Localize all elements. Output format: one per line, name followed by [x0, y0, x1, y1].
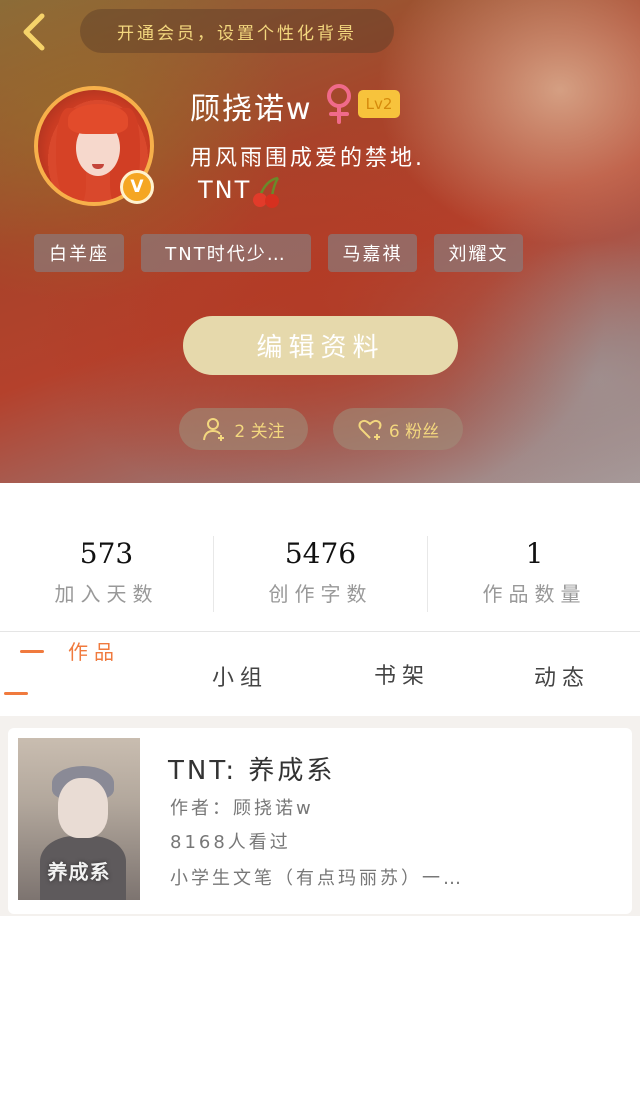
work-title: TNT: 养成系 [168, 756, 336, 786]
add-user-icon [203, 418, 225, 441]
level-badge: Lv2 [358, 90, 400, 118]
stat-value: 573 [79, 537, 134, 570]
stat-label: 创作字数 [268, 582, 373, 606]
work-summary: 小学生文笔（有点玛丽苏）一… [170, 868, 464, 889]
work-author: 作者：顾挠诺w [170, 798, 314, 819]
stat-value: 5476 [284, 537, 357, 570]
divider [0, 631, 640, 632]
edit-profile-button[interactable]: 编辑资料 [183, 316, 458, 375]
vip-background-banner[interactable]: 开通会员，设置个性化背景 [80, 9, 394, 53]
stat-words-written: 5476 创作字数 [214, 536, 427, 616]
tab-activity[interactable]: 动态 [534, 660, 590, 692]
tag-ma-jiaqi[interactable]: 马嘉祺 [328, 234, 417, 272]
tab-bookshelf[interactable]: 书架 [374, 658, 430, 690]
work-card[interactable]: 养成系 TNT: 养成系 作者：顾挠诺w 8168人看过 小学生文笔（有点玛丽苏… [8, 728, 632, 914]
chevron-left-icon [23, 13, 45, 51]
following-count: 2 关注 [234, 421, 285, 442]
active-tab-indicator [20, 650, 44, 653]
cover-title: 养成系 [47, 860, 111, 884]
tab-groups[interactable]: 小组 [212, 660, 268, 692]
work-views: 8168人看过 [170, 832, 291, 853]
following-button[interactable]: 2 关注 [179, 408, 308, 450]
female-gender-icon [327, 84, 351, 124]
stat-label: 加入天数 [54, 582, 159, 606]
tag-tnt[interactable]: TNT时代少… [141, 234, 311, 272]
followers-count: 6 粉丝 [388, 421, 440, 442]
back-button[interactable] [14, 10, 54, 54]
book-cover: 养成系 [18, 738, 140, 900]
bio-text-2: TNT [198, 176, 252, 204]
stat-label: 作品数量 [482, 582, 587, 606]
tab-works[interactable]: 作品 [68, 636, 120, 665]
stat-works-count: 1 作品数量 [428, 536, 640, 616]
username: 顾挠诺w [190, 92, 313, 127]
stat-value: 1 [525, 537, 544, 570]
profile-header: 开通会员，设置个性化背景 V 顾挠诺w Lv2 用风雨围成爱的禁地. TNT 白… [0, 0, 640, 483]
cherry-icon [253, 176, 280, 208]
tag-aries[interactable]: 白羊座 [34, 234, 124, 272]
verified-v-icon: V [120, 170, 154, 204]
active-tab-underline [4, 692, 28, 695]
tag-liu-yaowen[interactable]: 刘耀文 [434, 234, 523, 272]
bio-text: 用风雨围成爱的禁地. [190, 146, 425, 171]
heart-plus-icon [358, 419, 382, 440]
followers-button[interactable]: 6 粉丝 [333, 408, 463, 450]
stat-days-joined: 573 加入天数 [0, 536, 213, 616]
